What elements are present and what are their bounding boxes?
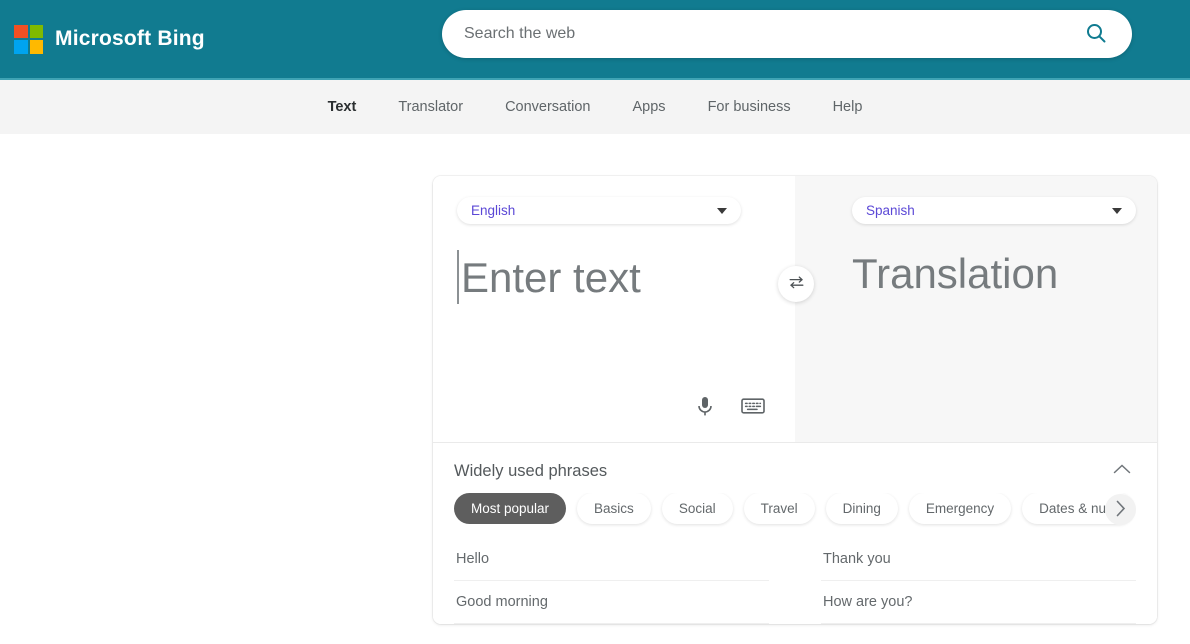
- chip-social[interactable]: Social: [661, 493, 733, 524]
- search-bar[interactable]: [442, 10, 1132, 58]
- phrases-title: Widely used phrases: [454, 461, 608, 480]
- collapse-phrases-button[interactable]: [1108, 461, 1136, 481]
- page-header: Microsoft Bing: [0, 0, 1190, 80]
- text-caret: [457, 250, 459, 304]
- swap-arrows-icon: [788, 274, 805, 294]
- tab-help[interactable]: Help: [812, 99, 884, 115]
- translator-card: English Enter text Spanish Translation W…: [433, 176, 1157, 624]
- scroll-chips-next-button[interactable]: [1105, 494, 1136, 525]
- phrase-list: Hello Thank you Good morning How are you…: [454, 538, 1136, 624]
- search-icon: [1084, 21, 1108, 48]
- main-nav: Text Translator Conversation Apps For bu…: [0, 80, 1190, 134]
- keyboard-icon: [741, 397, 765, 418]
- phrases-section: Widely used phrases Most popular Basics …: [433, 443, 1157, 624]
- target-language-label: Spanish: [866, 203, 915, 218]
- tab-conversation[interactable]: Conversation: [484, 99, 611, 115]
- target-pane: Spanish Translation: [795, 176, 1157, 442]
- swap-languages-button[interactable]: [778, 266, 814, 302]
- microsoft-logo-icon: [14, 24, 43, 54]
- chip-emergency[interactable]: Emergency: [908, 493, 1012, 524]
- microphone-button[interactable]: [695, 395, 715, 420]
- microphone-icon: [695, 395, 715, 420]
- source-tools: [695, 395, 765, 420]
- chevron-right-icon: [1114, 499, 1127, 521]
- target-language-select[interactable]: Spanish: [852, 197, 1136, 224]
- search-input[interactable]: [464, 25, 1082, 43]
- source-language-select[interactable]: English: [457, 197, 741, 224]
- chip-most-popular[interactable]: Most popular: [454, 493, 567, 524]
- list-item[interactable]: Good morning: [454, 581, 769, 624]
- tab-apps[interactable]: Apps: [612, 99, 687, 115]
- keyboard-button[interactable]: [741, 397, 765, 418]
- target-output: Translation: [852, 250, 1058, 298]
- chevron-up-icon: [1112, 464, 1132, 479]
- brand-logo[interactable]: Microsoft Bing: [14, 24, 205, 54]
- chip-travel[interactable]: Travel: [743, 493, 815, 524]
- tab-for-business[interactable]: For business: [687, 99, 812, 115]
- translator-panes: English Enter text Spanish Translation: [433, 176, 1157, 442]
- chip-basics[interactable]: Basics: [577, 493, 651, 524]
- tab-text[interactable]: Text: [307, 99, 378, 115]
- search-button[interactable]: [1082, 21, 1110, 48]
- phrase-category-chips: Most popular Basics Social Travel Dining…: [454, 493, 1136, 538]
- chevron-down-icon: [717, 207, 727, 214]
- source-pane: English Enter text: [433, 176, 795, 442]
- list-item[interactable]: Hello: [454, 538, 769, 581]
- tab-translator[interactable]: Translator: [377, 99, 484, 115]
- brand-name: Microsoft Bing: [55, 27, 205, 50]
- phrases-header: Widely used phrases: [454, 457, 1136, 493]
- list-item[interactable]: Thank you: [821, 538, 1136, 581]
- list-item[interactable]: How are you?: [821, 581, 1136, 624]
- chip-dining[interactable]: Dining: [825, 493, 898, 524]
- source-placeholder: Enter text: [461, 254, 641, 301]
- source-language-label: English: [471, 203, 516, 218]
- chevron-down-icon: [1112, 207, 1122, 214]
- source-textarea[interactable]: Enter text: [457, 250, 641, 304]
- target-placeholder: Translation: [852, 250, 1059, 297]
